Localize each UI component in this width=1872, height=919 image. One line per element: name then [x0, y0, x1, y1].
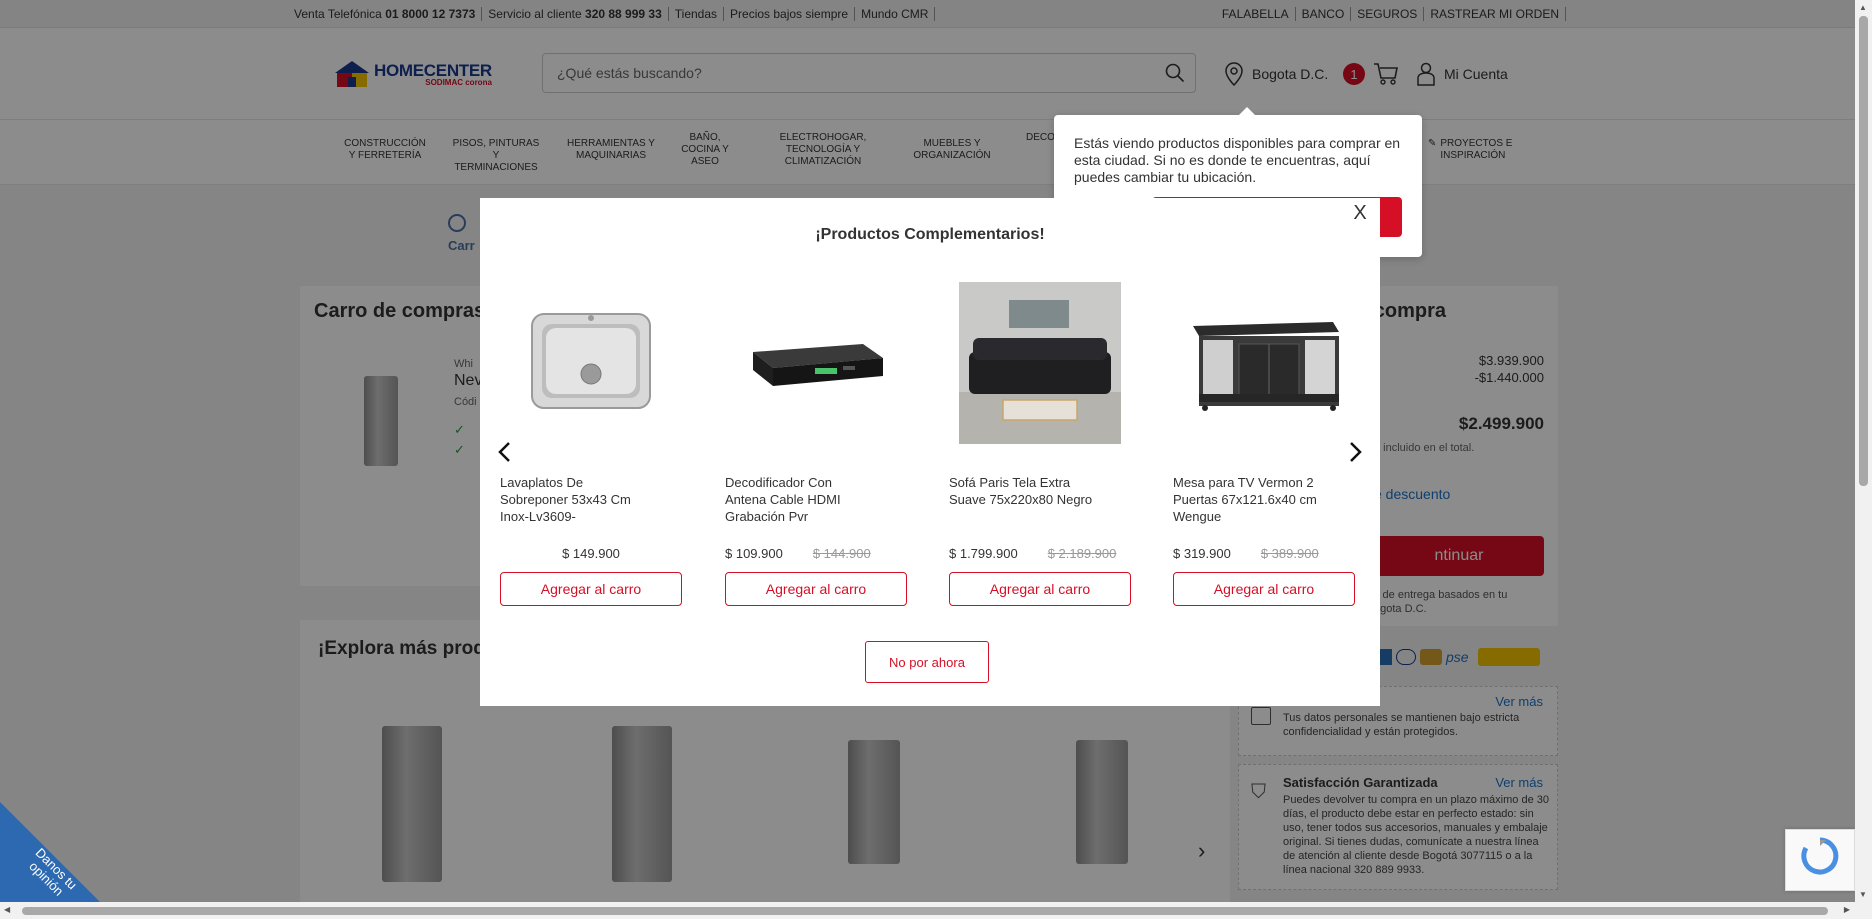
- product-carousel: Lavaplatos De Sobreponer 53x43 Cm Inox-L…: [500, 282, 1360, 612]
- product-price: $ 149.900: [562, 546, 620, 561]
- product-name[interactable]: Sofá Paris Tela Extra Suave 75x220x80 Ne…: [949, 474, 1099, 508]
- product-name[interactable]: Lavaplatos De Sobreponer 53x43 Cm Inox-L…: [500, 474, 650, 525]
- not-now-button[interactable]: No por ahora: [865, 641, 989, 683]
- product-old-price: $ 2.189.900: [1047, 546, 1117, 561]
- modal-title: ¡Productos Complementarios!: [815, 226, 1045, 243]
- scroll-left-arrow-icon[interactable]: ◀: [4, 905, 10, 914]
- complementary-products-modal: X ¡Productos Complementarios! Lavaplatos…: [480, 198, 1380, 706]
- product-name[interactable]: Decodificador Con Antena Cable HDMI Grab…: [725, 474, 875, 525]
- feedback-tab[interactable]: Danos tu opinión: [0, 802, 100, 902]
- tv-stand-image[interactable]: [1183, 282, 1345, 444]
- recaptcha-icon: [1801, 837, 1839, 875]
- recaptcha-badge[interactable]: [1785, 829, 1855, 891]
- location-popover-text: Estás viendo productos disponibles para …: [1074, 135, 1401, 185]
- product-card: Decodificador Con Antena Cable HDMI Grab…: [725, 282, 907, 606]
- product-price: $ 109.900: [725, 546, 783, 561]
- sink-image[interactable]: [510, 282, 672, 444]
- product-card: Lavaplatos De Sobreponer 53x43 Cm Inox-L…: [500, 282, 682, 606]
- product-card: Sofá Paris Tela Extra Suave 75x220x80 Ne…: [949, 282, 1131, 606]
- horizontal-scroll-thumb[interactable]: [22, 907, 1828, 915]
- scroll-right-arrow-icon[interactable]: ▶: [1844, 905, 1850, 914]
- add-to-cart-button[interactable]: Agregar al carro: [1173, 572, 1355, 606]
- add-to-cart-button[interactable]: Agregar al carro: [500, 572, 682, 606]
- vertical-scroll-thumb[interactable]: [1859, 16, 1868, 486]
- product-card: Mesa para TV Vermon 2 Puertas 67x121.6x4…: [1173, 282, 1355, 606]
- product-old-price: $ 144.900: [812, 546, 871, 561]
- decoder-image[interactable]: [735, 282, 897, 444]
- scroll-down-arrow-icon[interactable]: ▼: [1859, 890, 1867, 899]
- product-price: $ 1.799.900: [949, 546, 1018, 561]
- product-name[interactable]: Mesa para TV Vermon 2 Puertas 67x121.6x4…: [1173, 474, 1323, 525]
- modal-close-button[interactable]: X: [1348, 202, 1372, 228]
- horizontal-scrollbar[interactable]: ◀ ▶: [0, 902, 1872, 919]
- product-old-price: $ 389.900: [1260, 546, 1319, 561]
- vertical-scrollbar[interactable]: ▲ ▼: [1855, 0, 1872, 919]
- sofa-image[interactable]: [959, 282, 1121, 444]
- add-to-cart-button[interactable]: Agregar al carro: [725, 572, 907, 606]
- add-to-cart-button[interactable]: Agregar al carro: [949, 572, 1131, 606]
- product-price: $ 319.900: [1173, 546, 1231, 561]
- scroll-up-arrow-icon[interactable]: ▲: [1859, 3, 1867, 12]
